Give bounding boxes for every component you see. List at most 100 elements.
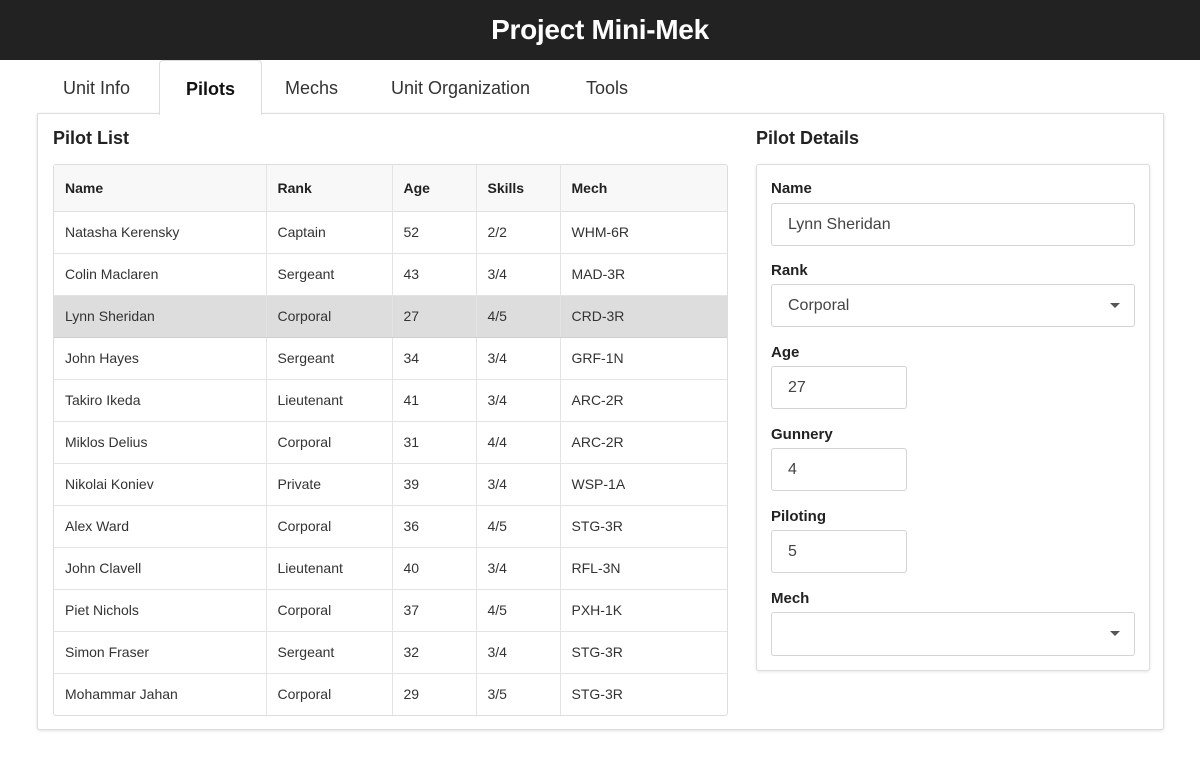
chevron-down-icon [1110,631,1120,636]
cell-age: 39 [392,463,477,506]
cell-name: Nikolai Koniev [54,463,267,506]
cell-name: John Hayes [54,337,267,380]
cell-skills: 2/2 [476,211,561,254]
cell-mech: ARC-2R [560,421,727,464]
cell-mech: CRD-3R [560,295,727,338]
column-header-name[interactable]: Name [54,165,267,212]
cell-name: Simon Fraser [54,631,267,674]
table-row[interactable]: Mohammar Jahan Corporal 29 3/5 STG-3R [54,673,727,715]
cell-skills: 3/4 [476,547,561,590]
cell-rank: Captain [266,211,393,254]
tab-pilots[interactable]: Pilots [159,60,263,115]
tab-mechs[interactable]: Mechs [259,60,364,114]
column-header-mech[interactable]: Mech [560,165,727,212]
cell-name: Piet Nichols [54,589,267,632]
mech-select[interactable] [771,612,1135,656]
cell-age: 27 [392,295,477,338]
cell-age: 43 [392,253,477,296]
cell-mech: GRF-1N [560,337,727,380]
cell-mech: PXH-1K [560,589,727,632]
app-title: Project Mini-Mek [491,14,709,45]
cell-skills: 3/5 [476,673,561,715]
chevron-down-icon [1110,303,1120,308]
cell-skills: 4/4 [476,421,561,464]
cell-mech: MAD-3R [560,253,727,296]
cell-name: Miklos Delius [54,421,267,464]
table-row[interactable]: Natasha Kerensky Captain 52 2/2 WHM-6R [54,211,727,254]
pilot-details-title: Pilot Details [756,128,860,148]
cell-name: John Clavell [54,547,267,590]
cell-mech: RFL-3N [560,547,727,590]
table-row[interactable]: Miklos Delius Corporal 31 4/4 ARC-2R [54,421,727,464]
cell-skills: 3/4 [476,253,561,296]
cell-rank: Corporal [266,505,393,548]
cell-age: 41 [392,379,477,422]
cell-rank: Private [266,463,393,506]
name-label: Name [771,180,812,197]
cell-age: 32 [392,631,477,674]
cell-mech: ARC-2R [560,379,727,422]
gunnery-label: Gunnery [771,426,833,443]
cell-age: 37 [392,589,477,632]
table-row[interactable]: Simon Fraser Sergeant 32 3/4 STG-3R [54,631,727,674]
table-row[interactable]: Colin Maclaren Sergeant 43 3/4 MAD-3R [54,253,727,296]
cell-rank: Lieutenant [266,547,393,590]
app-header: Project Mini-Mek [0,0,1200,60]
cell-mech: STG-3R [571,686,623,703]
cell-mech: WSP-1A [560,463,727,506]
age-field[interactable]: 27 [771,366,907,409]
tab-unit-info[interactable]: Unit Info [37,60,156,114]
tab-tools[interactable]: Tools [560,60,654,114]
column-header-skills[interactable]: Skills [476,165,561,212]
pilot-table-body: Natasha Kerensky Captain 52 2/2 WHM-6R Colin … [54,211,727,715]
cell-age: 29 [392,673,477,715]
tab-unit-organization[interactable]: Unit Organization [365,60,556,114]
rank-select[interactable]: Corporal [771,284,1135,327]
table-row[interactable]: Piet Nichols Corporal 37 4/5 PXH-1K [54,589,727,632]
cell-age: 52 [392,211,477,254]
table-row[interactable]: Takiro Ikeda Lieutenant 41 3/4 ARC-2R [54,379,727,422]
table-row[interactable]: John Hayes Sergeant 34 3/4 GRF-1N [54,337,727,380]
mech-label: Mech [771,590,810,607]
cell-skills: 4/5 [476,589,561,632]
piloting-label: Piloting [771,508,826,525]
cell-age: 31 [392,421,477,464]
piloting-field[interactable]: 5 [771,530,907,573]
cell-mech: WHM-6R [560,211,727,254]
table-row[interactable]: Nikolai Koniev Private 39 3/4 WSP-1A [54,463,727,506]
cell-rank: Sergeant [266,337,393,380]
cell-mech: STG-3R [560,631,727,674]
cell-name: Alex Ward [54,505,267,548]
cell-skills: 3/4 [476,337,561,380]
cell-rank: Sergeant [266,631,393,674]
cell-age: 36 [392,505,477,548]
cell-skills: 3/4 [476,379,561,422]
pilot-table: Name Rank Age Skills Mech Natasha Kerens… [53,164,728,716]
cell-name: Colin Maclaren [54,253,267,296]
cell-skills: 3/4 [476,463,561,506]
cell-skills: 4/5 [476,505,561,548]
cell-skills: 3/4 [476,631,561,674]
age-label: Age [771,344,800,361]
gunnery-field[interactable]: 4 [771,448,907,491]
pilot-details-form: Name Lynn Sheridan Rank Corporal Age 27 … [756,164,1150,671]
cell-name: Takiro Ikeda [54,379,267,422]
cell-rank: Corporal [266,673,393,715]
cell-name: Lynn Sheridan [54,295,267,338]
cell-rank: Lieutenant [266,379,393,422]
cell-name: Mohammar Jahan [54,673,267,715]
table-header-row: Name Rank Age Skills Mech [54,165,727,212]
cell-age: 40 [392,547,477,590]
cell-rank: Sergeant [266,253,393,296]
column-header-rank[interactable]: Rank [266,165,393,212]
name-field[interactable]: Lynn Sheridan [771,203,1135,246]
column-header-age[interactable]: Age [392,165,477,212]
cell-rank: Corporal [266,295,393,338]
pilot-list-title: Pilot List [53,128,129,148]
main-tabs: Unit Info Pilots Mechs Unit Organization… [37,60,1163,115]
cell-rank: Corporal [266,589,393,632]
table-row[interactable]: Lynn Sheridan Corporal 27 4/5 CRD-3R [54,295,727,338]
cell-name: Natasha Kerensky [54,211,267,254]
table-row[interactable]: Alex Ward Corporal 36 4/5 STG-3R [54,505,727,548]
table-row[interactable]: John Clavell Lieutenant 40 3/4 RFL-3N [54,547,727,590]
